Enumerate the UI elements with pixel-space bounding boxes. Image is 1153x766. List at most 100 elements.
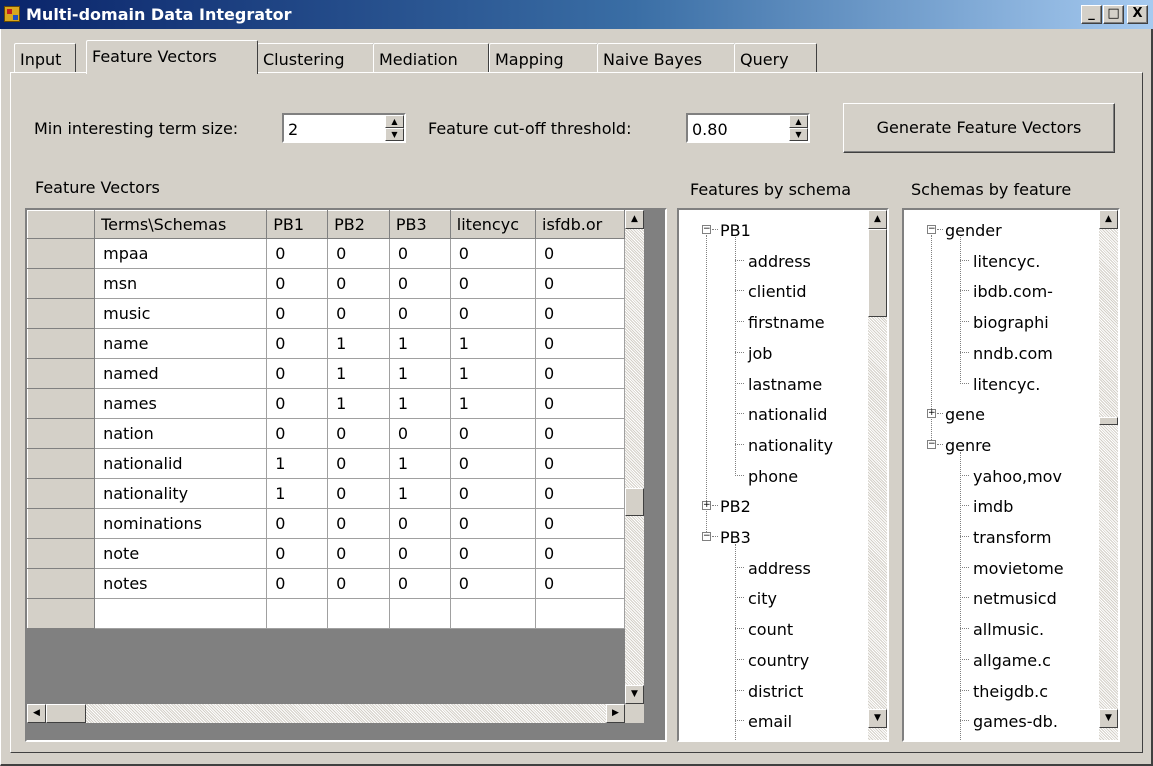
value-cell[interactable]: 0 — [388, 238, 451, 269]
tree2-vertical-scrollbar[interactable]: ▲ ▼ — [1099, 210, 1118, 740]
row-header[interactable] — [27, 268, 96, 299]
close-button[interactable]: X — [1127, 5, 1148, 24]
value-cell[interactable]: 0 — [266, 538, 329, 569]
tree-leaf[interactable]: email — [679, 708, 859, 734]
expand-icon[interactable]: + — [927, 409, 936, 419]
value-cell[interactable]: 1 — [388, 448, 451, 479]
tab-clustering[interactable]: Clustering — [257, 43, 374, 75]
value-cell[interactable]: 0 — [388, 298, 451, 329]
grid-hscroll-thumb[interactable] — [46, 704, 86, 723]
row-header[interactable] — [27, 358, 96, 389]
table-row[interactable]: nation 0 0 0 0 0 — [27, 418, 625, 449]
tree-leaf[interactable]: transform — [904, 524, 1084, 550]
collapse-icon[interactable]: − — [702, 225, 711, 234]
scroll-up-icon[interactable]: ▲ — [625, 210, 644, 229]
term-cell[interactable]: nominations — [94, 508, 268, 539]
tree-leaf[interactable]: city — [679, 585, 859, 611]
tree-leaf[interactable]: yahoo,mov — [904, 463, 1084, 489]
tab-mediation[interactable]: Mediation — [373, 43, 489, 75]
value-cell[interactable]: 0 — [327, 418, 390, 449]
row-header[interactable] — [27, 388, 96, 419]
tree-leaf[interactable]: allgame.c — [904, 647, 1084, 673]
value-cell[interactable]: 0 — [327, 508, 390, 539]
value-cell[interactable]: 0 — [449, 268, 537, 299]
term-cell[interactable]: nation — [94, 418, 268, 449]
value-cell[interactable]: 1 — [388, 478, 451, 509]
value-cell[interactable]: 1 — [266, 448, 329, 479]
value-cell[interactable]: 1 — [449, 328, 537, 359]
value-cell[interactable]: 0 — [388, 508, 451, 539]
value-cell[interactable]: 0 — [535, 448, 625, 479]
term-cell[interactable]: notes — [94, 568, 268, 599]
tree-leaf-label[interactable]: allmusic. — [973, 620, 1044, 639]
scroll-up-icon[interactable]: ▲ — [1099, 210, 1118, 229]
tree-leaf[interactable]: count — [679, 616, 859, 642]
value-cell[interactable]: 0 — [388, 538, 451, 569]
value-cell[interactable]: 0 — [449, 568, 537, 599]
tree-leaf[interactable]: netmusicd — [904, 585, 1084, 611]
tree-leaf[interactable]: allmusic. — [904, 616, 1084, 642]
value-cell[interactable]: 1 — [388, 358, 451, 389]
tree-leaf[interactable]: district — [679, 678, 859, 704]
value-cell[interactable]: 0 — [388, 418, 451, 449]
value-cell[interactable]: 1 — [388, 328, 451, 359]
row-header[interactable] — [27, 568, 96, 599]
tree-leaf-label[interactable]: lastname — [748, 375, 822, 394]
table-row[interactable]: names 0 1 1 1 0 — [27, 388, 625, 419]
tree-leaf-label[interactable]: theigdb.c — [973, 682, 1048, 701]
value-cell[interactable]: 0 — [266, 328, 329, 359]
collapse-icon[interactable]: − — [927, 439, 936, 449]
value-cell[interactable]: 1 — [449, 388, 537, 419]
value-cell[interactable]: 0 — [449, 478, 537, 509]
tree-node-label[interactable]: PB3 — [720, 528, 751, 547]
value-cell[interactable]: 0 — [535, 358, 625, 389]
value-cell[interactable]: 0 — [266, 268, 329, 299]
min-term-size-spinner[interactable]: 2 ▲ ▼ — [282, 113, 406, 143]
term-cell[interactable]: nationality — [94, 478, 268, 509]
value-cell[interactable]: 0 — [535, 268, 625, 299]
tree-leaf-label[interactable]: address — [748, 252, 811, 271]
tab-naive-bayes[interactable]: Naive Bayes — [597, 43, 735, 75]
value-cell[interactable]: 0 — [266, 418, 329, 449]
value-cell[interactable]: 1 — [327, 328, 390, 359]
cutoff-threshold-spinner[interactable]: 0.80 ▲ ▼ — [686, 113, 810, 143]
value-cell[interactable]: 1 — [449, 358, 537, 389]
minimize-button[interactable]: _ — [1081, 5, 1102, 24]
tree-leaf-label[interactable]: games-db. — [973, 712, 1058, 731]
value-cell[interactable]: 1 — [266, 478, 329, 509]
value-cell[interactable]: 0 — [535, 328, 625, 359]
value-cell[interactable]: 0 — [388, 268, 451, 299]
table-row[interactable]: nominations 0 0 0 0 0 — [27, 508, 625, 539]
value-cell[interactable]: 0 — [388, 568, 451, 599]
min-term-size-value[interactable]: 2 — [288, 120, 298, 139]
tree-leaf-label[interactable]: job — [748, 344, 772, 363]
tree-leaf-label[interactable]: clientid — [748, 282, 807, 301]
tree-leaf-label[interactable]: yahoo,mov — [973, 467, 1062, 486]
tree-leaf-label[interactable]: biographi — [973, 313, 1049, 332]
term-cell[interactable]: names — [94, 388, 268, 419]
tree-leaf[interactable]: imdb — [904, 493, 1084, 519]
row-header[interactable] — [27, 448, 96, 479]
spin-up-icon[interactable]: ▲ — [789, 115, 808, 128]
schemas-by-feature-tree[interactable]: games-db. theigdb.c allgame.c allmusic. netm… — [902, 208, 1120, 742]
expand-icon[interactable]: + — [702, 501, 711, 511]
tree1-vscroll-thumb[interactable] — [868, 229, 887, 317]
value-cell[interactable]: 0 — [266, 388, 329, 419]
value-cell[interactable]: 0 — [449, 238, 537, 269]
maximize-button[interactable]: □ — [1103, 5, 1124, 24]
scroll-down-icon[interactable]: ▼ — [1099, 709, 1118, 728]
tree-leaf-label[interactable]: nationalid — [748, 405, 827, 424]
table-row[interactable]: notes 0 0 0 0 0 — [27, 568, 625, 599]
value-cell[interactable]: 0 — [449, 298, 537, 329]
row-header[interactable] — [27, 328, 96, 359]
tree-leaf-label[interactable]: district — [748, 682, 803, 701]
row-header[interactable] — [27, 298, 96, 329]
value-cell[interactable]: 0 — [449, 538, 537, 569]
column-header[interactable]: litencyc — [449, 210, 537, 239]
value-cell[interactable]: 0 — [449, 418, 537, 449]
term-cell[interactable]: nationalid — [94, 448, 268, 479]
value-cell[interactable]: 0 — [266, 358, 329, 389]
feature-vectors-table[interactable]: Terms\Schemas PB1 PB2 PB3 litencyc isfdb.or mp… — [27, 210, 625, 629]
tree-leaf[interactable]: country — [679, 647, 859, 673]
tree-leaf[interactable]: games-db. — [904, 708, 1084, 734]
